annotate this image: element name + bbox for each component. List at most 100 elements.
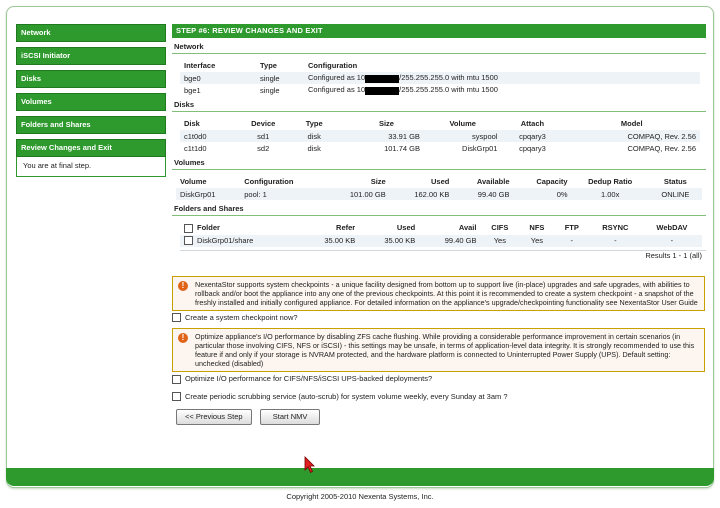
zfs-checkbox[interactable] — [172, 374, 181, 384]
results-count: Results 1 - 1 (all) — [180, 249, 706, 260]
main-content: STEP #6: REVIEW CHANGES AND EXIT Network… — [172, 24, 706, 426]
col-header: Type — [260, 61, 277, 70]
table-cell: disk — [307, 131, 321, 141]
col-header: FTP — [564, 223, 579, 233]
col-header: Size — [370, 177, 386, 186]
start-nmv-button[interactable]: Start NMV — [259, 409, 321, 426]
table-cell: 35.00 KB — [384, 236, 416, 246]
col-header: Configuration — [308, 61, 358, 70]
previous-step-button[interactable]: << Previous Step — [176, 409, 252, 426]
table-cell: 101.00 GB — [349, 189, 386, 199]
volumes-section-title: Volumes — [174, 158, 205, 167]
col-header: Interface — [184, 61, 216, 70]
col-header: Device — [251, 119, 276, 128]
checkpoint-checkbox[interactable] — [172, 313, 181, 323]
table-cell: - — [570, 236, 574, 246]
table-cell: c1t0d0 — [184, 131, 207, 141]
config-text: /255.255.255.0 with mtu 1500 — [399, 73, 498, 83]
sidebar-item-review-changes[interactable]: Review Changes and Exit — [16, 139, 166, 157]
table-cell: single — [260, 85, 280, 95]
button-row: << Previous Step Start NMV — [172, 409, 706, 426]
checkpoint-option-label: Create a system checkpoint now? — [185, 312, 298, 322]
scrub-option-label: Create periodic scrubbing service (auto-… — [185, 391, 508, 401]
zfs-text: Optimize appliance's I/O performance by … — [195, 332, 695, 369]
col-header: Model — [620, 119, 643, 128]
table-header: Folder Refer Used Avail CIFS NFS FTP RSY… — [180, 221, 702, 235]
table-cell: 101.74 GB — [384, 143, 420, 153]
checkpoint-alert: ! NexentaStor supports system checkpoint… — [172, 275, 705, 311]
sidebar-item-disks[interactable]: Disks — [16, 70, 166, 88]
table-cell: DiskGrp01 — [180, 189, 216, 199]
col-header: WebDAV — [656, 223, 688, 233]
table-cell: DiskGrp01/share — [180, 235, 299, 247]
disks-section-title: Disks — [174, 100, 195, 109]
table-row: DiskGrp01/share 35.00 KB 35.00 KB 99.40 … — [180, 234, 702, 247]
disks-table: Disk Device Type Size Volume Attach Mode… — [180, 117, 700, 154]
mouse-pointer-icon — [304, 456, 315, 474]
sidebar-item-iscsi-initiator[interactable]: iSCSI Initiator — [16, 47, 166, 65]
table-cell: Configured as 10/255.255.255.0 with mtu … — [304, 84, 700, 96]
table-cell: disk — [307, 143, 321, 153]
table-cell: 33.91 GB — [388, 131, 420, 141]
step-title: STEP #6: REVIEW CHANGES AND EXIT — [172, 24, 706, 38]
config-text: Configured as 10 — [308, 73, 366, 83]
table-row: bge0 single Configured as 10/255.255.255… — [180, 72, 700, 84]
sidebar-note: You are at final step. — [16, 157, 166, 177]
volumes-table: Volume Configuration Size Used Available… — [176, 175, 702, 200]
warning-icon: ! — [178, 333, 188, 344]
table-cell: single — [260, 73, 280, 83]
network-table: Interface Type Configuration bge0 single… — [180, 59, 700, 96]
table-cell: ONLINE — [661, 189, 690, 199]
zfs-alert: ! Optimize appliance's I/O performance b… — [172, 328, 705, 373]
select-all-checkbox[interactable] — [184, 223, 193, 233]
row-checkbox[interactable] — [184, 236, 193, 246]
table-cell: 99.40 GB — [477, 189, 510, 199]
config-text: /255.255.255.0 with mtu 1500 — [399, 85, 498, 95]
table-cell: COMPAQ, Rev. 2.56 — [627, 143, 697, 153]
table-cell: sd2 — [257, 143, 270, 153]
col-header: RSYNC — [602, 223, 629, 233]
table-cell: 99.40 GB — [444, 236, 477, 246]
sidebar-item-volumes[interactable]: Volumes — [16, 93, 166, 111]
col-header: Available — [476, 177, 510, 186]
config-text: Configured as 10 — [308, 85, 366, 95]
scrub-checkbox[interactable] — [172, 392, 181, 402]
checkpoint-option: Create a system checkpoint now? — [172, 313, 706, 323]
col-header: Avail — [458, 223, 477, 233]
sidebar: Network iSCSI Initiator Disks Volumes Fo… — [16, 24, 166, 177]
table-cell: Yes — [530, 236, 544, 246]
col-header: Refer — [336, 223, 356, 233]
redaction-block — [365, 86, 400, 95]
warning-icon: ! — [178, 280, 188, 291]
redaction-block — [365, 74, 400, 83]
scrub-option: Create periodic scrubbing service (auto-… — [172, 392, 706, 402]
col-header: Disk — [184, 119, 200, 128]
table-cell: Yes — [493, 236, 506, 246]
divider — [172, 53, 706, 54]
table-cell: sd1 — [257, 131, 270, 141]
col-header: Used — [396, 223, 416, 233]
col-header: Used — [431, 177, 450, 186]
table-cell: c1t1d0 — [184, 143, 207, 153]
col-header: Folder — [180, 221, 299, 235]
table-cell: cpqary3 — [519, 131, 546, 141]
table-cell: bge1 — [184, 85, 201, 95]
network-section-title: Network — [174, 42, 204, 51]
table-header: Interface Type Configuration — [180, 59, 700, 72]
table-cell: 1.00x — [600, 189, 620, 199]
table-header: Volume Configuration Size Used Available… — [176, 175, 702, 188]
sidebar-item-network[interactable]: Network — [16, 24, 166, 42]
table-cell: 0% — [556, 189, 568, 199]
table-row: DiskGrp01 pool: 1 101.00 GB 162.00 KB 99… — [176, 188, 702, 200]
col-header: Attach — [520, 119, 545, 128]
divider — [172, 111, 706, 112]
col-header: Configuration — [244, 177, 294, 186]
col-header: Size — [378, 119, 394, 128]
table-cell: - — [614, 236, 617, 246]
col-header: Capacity — [536, 177, 568, 186]
table-cell: Configured as 10/255.255.255.0 with mtu … — [304, 72, 700, 84]
sidebar-item-folders-and-shares[interactable]: Folders and Shares — [16, 116, 166, 134]
col-header: Volume — [449, 119, 476, 128]
divider — [172, 215, 706, 216]
table-cell: 162.00 KB — [414, 189, 450, 199]
